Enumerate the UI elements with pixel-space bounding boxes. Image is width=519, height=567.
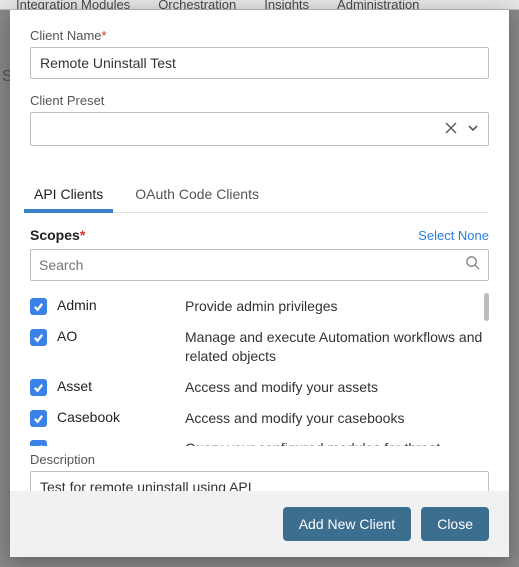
add-new-client-button[interactable]: Add New Client [283, 507, 412, 541]
nav-administration[interactable]: Administration [337, 0, 419, 10]
description-input[interactable] [30, 471, 489, 491]
select-none-link[interactable]: Select None [418, 228, 489, 243]
client-tabs: API Clients OAuth Code Clients [30, 178, 489, 213]
scopes-search[interactable] [30, 249, 489, 281]
scope-checkbox[interactable] [30, 329, 47, 346]
client-preset-select[interactable] [30, 112, 489, 146]
scope-description: Provide admin privileges [185, 297, 344, 316]
scope-description: Query your configured modules for threat [185, 439, 446, 446]
description-label: Description [30, 452, 489, 467]
nav-insights[interactable]: Insights [264, 0, 309, 10]
close-button[interactable]: Close [421, 507, 489, 541]
scopes-header: Scopes* Select None [30, 227, 489, 243]
chevron-down-icon[interactable] [467, 121, 479, 137]
scrollbar-thumb[interactable] [484, 293, 489, 321]
scopes-search-input[interactable] [39, 257, 465, 273]
scope-name: Casebook [57, 409, 185, 425]
client-name-group: Client Name* [30, 28, 489, 79]
modal-footer: Add New Client Close [10, 491, 509, 557]
scope-description: Access and modify your casebooks [185, 409, 410, 428]
client-name-input[interactable] [30, 47, 489, 79]
scopes-list: AdminProvide admin privilegesAOManage an… [30, 291, 489, 446]
search-icon [465, 255, 480, 275]
clear-icon[interactable] [445, 121, 457, 137]
nav-integration[interactable]: Integration Modules [16, 0, 130, 10]
scope-checkbox[interactable] [30, 379, 47, 396]
scopes-title: Scopes* [30, 227, 85, 243]
scope-description: Manage and execute Automation workflows … [185, 328, 489, 366]
scope-row: CasebookAccess and modify your casebooks [30, 403, 489, 434]
scope-name: Asset [57, 378, 185, 394]
scope-description: Access and modify your assets [185, 378, 384, 397]
scope-row: AOManage and execute Automation workflow… [30, 322, 489, 372]
description-group: Description [30, 452, 489, 491]
scope-name: AO [57, 328, 185, 344]
client-preset-label: Client Preset [30, 93, 489, 108]
client-preset-group: Client Preset [30, 93, 489, 146]
modal-body: Client Name* Client Preset API Clients O… [10, 10, 509, 491]
top-nav: Integration Modules Orchestration Insigh… [0, 0, 519, 10]
scope-name: Admin [57, 297, 185, 313]
add-client-modal: Client Name* Client Preset API Clients O… [10, 10, 509, 557]
nav-orchestration[interactable]: Orchestration [158, 0, 236, 10]
client-name-label: Client Name* [30, 28, 489, 43]
scope-row: AdminProvide admin privileges [30, 291, 489, 322]
scope-row: Query your configured modules for threat [30, 433, 489, 446]
tab-api-clients[interactable]: API Clients [30, 178, 107, 212]
tab-oauth-code-clients[interactable]: OAuth Code Clients [131, 178, 263, 212]
scope-row: AssetAccess and modify your assets [30, 372, 489, 403]
scope-checkbox[interactable] [30, 298, 47, 315]
scope-checkbox[interactable] [30, 410, 47, 427]
scope-checkbox[interactable] [30, 440, 47, 446]
